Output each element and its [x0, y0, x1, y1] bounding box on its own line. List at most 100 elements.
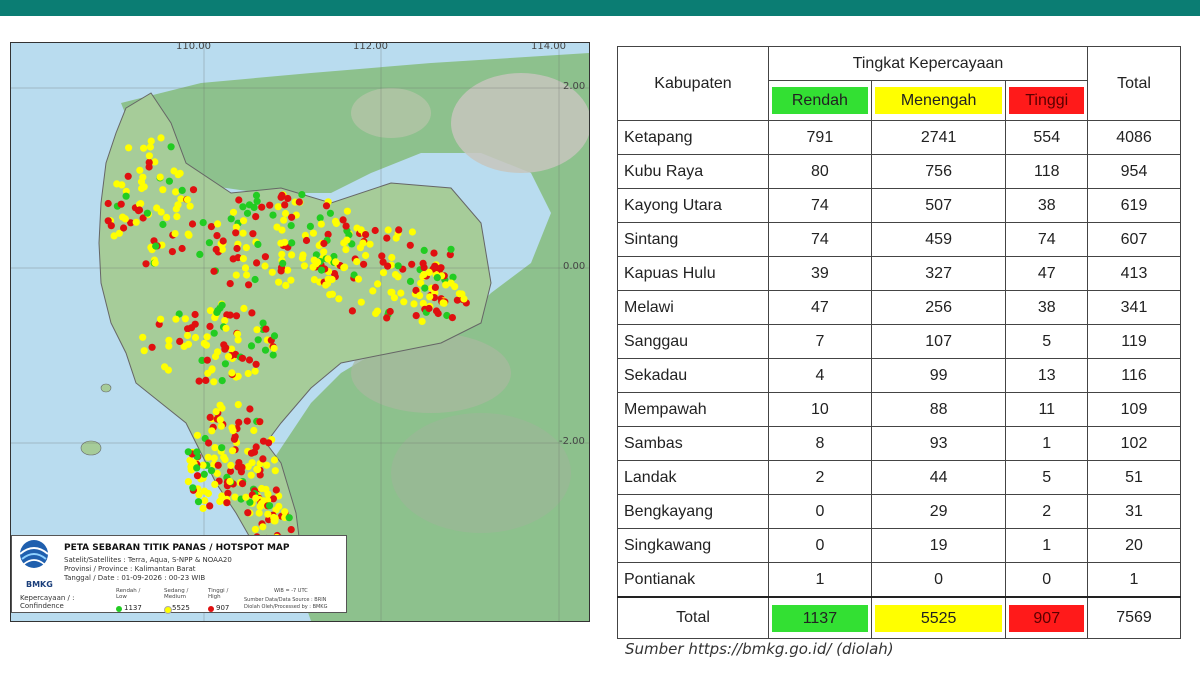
hotspot-point [288, 213, 296, 221]
hotspot-point [104, 199, 112, 208]
total-cell: 102 [1087, 426, 1181, 461]
total-high: 907 [1005, 596, 1088, 639]
hotspot-point [202, 341, 211, 349]
legend-cat-medium: Sedang / Medium [164, 588, 189, 600]
hotspot-point [326, 291, 334, 299]
hotspot-point [277, 267, 285, 275]
medium-cell: 93 [870, 426, 1007, 461]
hotspot-point [205, 239, 213, 247]
hotspot-point [357, 298, 365, 306]
col-kabupaten: Kabupaten [617, 46, 769, 121]
low-cell: 0 [768, 528, 872, 563]
hotspot-point [371, 226, 379, 235]
kabupaten-cell: Landak [617, 460, 769, 495]
hotspot-point [408, 228, 416, 236]
hotspot-point [222, 344, 230, 352]
hotspot-point [206, 322, 214, 330]
high-cell: 38 [1005, 188, 1088, 223]
hotspot-point [229, 427, 237, 435]
hotspot-point [299, 251, 307, 259]
hotspot-point [222, 324, 230, 332]
hotspot-point [447, 279, 455, 287]
hotspot-point [324, 230, 332, 238]
medium-cell: 327 [870, 256, 1007, 291]
hotspot-point [218, 444, 226, 452]
total-medium: 5525 [870, 596, 1007, 639]
hotspot-point [213, 232, 221, 240]
hotspot-point [164, 366, 172, 374]
hotspot-point [394, 273, 402, 281]
hotspot-point [152, 242, 160, 250]
hotspot-point [353, 258, 361, 266]
hotspot-point [184, 478, 192, 486]
hotspot-point [233, 244, 241, 253]
hotspot-point [135, 206, 144, 214]
hotspot-point [281, 201, 289, 209]
island [100, 383, 112, 393]
hotspot-point [139, 333, 147, 341]
table-row: Singkawang 0 19 1 20 [617, 528, 1181, 563]
hotspot-point [244, 509, 252, 517]
hotspot-point [394, 262, 402, 270]
hotspot-point [378, 252, 386, 260]
medium-cell: 256 [870, 290, 1007, 325]
low-cell: 7 [768, 324, 872, 359]
kabupaten-cell: Singkawang [617, 528, 769, 563]
hotspot-point [184, 340, 193, 348]
hotspot-point [448, 314, 456, 322]
hotspot-point [418, 317, 426, 325]
hotspot-point [251, 367, 259, 375]
hotspot-point [183, 196, 192, 204]
mountain-area [351, 88, 431, 138]
hotspot-point [314, 258, 322, 266]
table-row: Melawi 47 256 38 341 [617, 290, 1181, 325]
hotspot-point [218, 377, 226, 385]
hotspot-point [288, 239, 296, 247]
hotspot-point [173, 213, 181, 221]
hotspot-point [121, 215, 129, 223]
medium-cell: 0 [870, 562, 1007, 598]
hotspot-point [206, 307, 214, 315]
hotspot-point [430, 249, 438, 257]
hotspot-point [191, 310, 199, 319]
hotspot-point [253, 259, 261, 267]
hotspot-point [172, 188, 180, 196]
hotspot-point [379, 269, 388, 277]
hotspot-point [136, 166, 144, 174]
hotspot-point [238, 480, 247, 488]
total-cell: 413 [1087, 256, 1181, 291]
legend-count-low: 1137 [124, 604, 142, 612]
hotspot-point [221, 455, 229, 464]
legend-count-high: 907 [216, 604, 230, 612]
hotspot-point [210, 329, 218, 337]
hotspot-point [369, 287, 377, 295]
hotspot-point [426, 293, 434, 301]
hotspot-point [317, 220, 325, 228]
high-cell: 38 [1005, 290, 1088, 325]
hotspot-point [211, 480, 219, 488]
hotspot-point [309, 229, 317, 237]
legend-cat-low: Rendah / Low [116, 588, 141, 600]
kabupaten-cell: Bengkayang [617, 494, 769, 529]
hotspot-point [268, 268, 276, 276]
total-cell: 20 [1087, 528, 1181, 563]
low-cell: 10 [768, 392, 872, 427]
hotspot-point [332, 258, 340, 266]
hotspot-point [250, 426, 258, 435]
hotspot-point [259, 523, 267, 531]
hotspot-point [287, 222, 295, 230]
hotspot-point [270, 344, 278, 352]
map-legend: BMKG PETA SEBARAN TITIK PANAS / HOTSPOT … [11, 535, 347, 614]
low-cell: 8 [768, 426, 872, 461]
total-cell: 954 [1087, 154, 1181, 189]
hotspot-point [232, 229, 240, 237]
hotspot-point [113, 180, 121, 188]
hotspot-point [208, 365, 216, 373]
hotspot-point [295, 198, 303, 206]
medium-cell: 29 [870, 494, 1007, 529]
hotspot-point [400, 298, 408, 306]
hotspot-point [145, 152, 153, 160]
legend-satellites: Satelit/Satellites : Terra, Aqua, S-NPP … [64, 556, 232, 564]
hotspot-point [132, 218, 140, 226]
hotspot-point [241, 264, 250, 272]
